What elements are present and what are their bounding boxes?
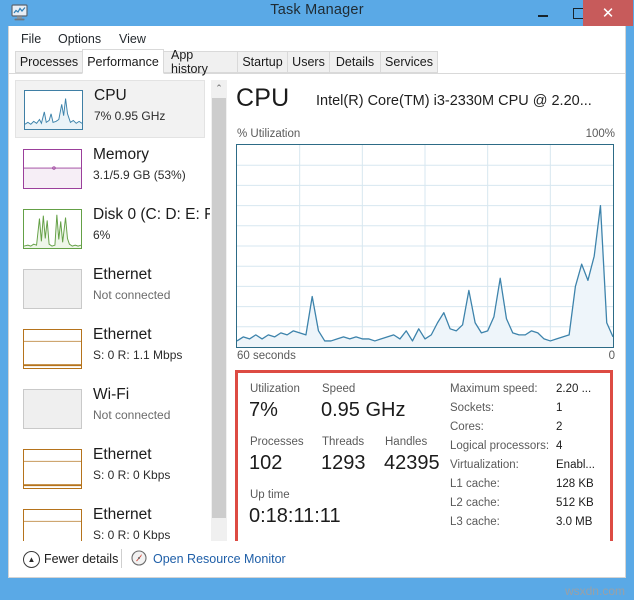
minimize-icon (537, 15, 548, 17)
sidebar-item-subtitle: 6% (93, 228, 111, 242)
sidebar-item-subtitle: S: 0 R: 1.1 Mbps (93, 348, 183, 362)
threads-value: 1293 (321, 452, 366, 474)
tab-processes[interactable]: Processes (15, 51, 83, 73)
sidebar-item-title: Memory (93, 146, 149, 163)
cpu-utilization-graph-svg (237, 145, 613, 347)
processes-label: Processes (250, 436, 304, 448)
graph-y-axis-label: % Utilization (237, 128, 301, 140)
sidebar-thumbnail-cpu (24, 90, 83, 130)
sidebar-item-subtitle: Not connected (93, 408, 171, 422)
spec-value-sockets: 1 (556, 402, 563, 414)
spec-value-logical-processors: 4 (556, 440, 563, 452)
spec-label-l2-cache: L2 cache: (450, 497, 500, 509)
sidebar-item-title: Ethernet (93, 506, 152, 523)
speed-value: 0.95 GHz (321, 399, 406, 421)
task-manager-window: Task Manager ✕ File Options View Process… (0, 0, 634, 600)
open-resource-monitor-link[interactable]: Open Resource Monitor (153, 552, 286, 566)
performance-detail-panel: CPU Intel(R) Core(TM) i3-2330M CPU @ 2.2… (231, 80, 621, 563)
threads-label: Threads (322, 436, 365, 448)
close-icon: ✕ (601, 4, 615, 22)
spec-value-l3-cache: 3.0 MB (556, 516, 593, 528)
tab-details[interactable]: Details (329, 51, 381, 73)
menu-item-view[interactable]: View (113, 30, 152, 48)
spec-label-logical-processors: Logical processors: (450, 440, 550, 452)
sidebar-item-title: Wi-Fi (93, 386, 130, 403)
scrollbar-thumb[interactable] (212, 98, 226, 518)
uptime-value: 0:18:11:11 (249, 505, 341, 527)
tab-app-history[interactable]: App history (163, 48, 238, 76)
speed-label: Speed (322, 383, 356, 395)
cpu-stats-highlight-box: Utilization 7% Speed 0.95 GHz Processes … (235, 370, 613, 546)
spec-label-l1-cache: L1 cache: (450, 478, 500, 490)
graph-x-axis-right: 0 (608, 350, 615, 362)
sidebar-thumbnail-eth (23, 329, 82, 369)
spec-value-maximum-speed: 2.20 ... (556, 383, 592, 395)
sidebar-item-ethernet[interactable]: Ethernet Not connected (15, 260, 205, 318)
sidebar-thumbnail-eth (23, 449, 82, 489)
status-bar: ▲ Fewer details Open Resource Monitor (9, 541, 625, 577)
spec-value-cores: 2 (556, 421, 563, 433)
menu-bar: File Options View (9, 26, 625, 51)
spec-value-virtualization: Enabl... (556, 459, 595, 471)
sidebar-item-title: Ethernet (93, 446, 152, 463)
processes-value: 102 (249, 452, 283, 474)
handles-label: Handles (385, 436, 428, 448)
fewer-details-button[interactable]: Fewer details (44, 552, 118, 566)
sidebar-thumbnail-disk (23, 209, 82, 249)
sidebar-item-subtitle: S: 0 R: 0 Kbps (93, 528, 171, 542)
spec-label-l3-cache: L3 cache: (450, 516, 500, 528)
sidebar-item-wi-fi[interactable]: Wi-Fi Not connected (15, 380, 205, 438)
graph-y-axis-max: 100% (585, 128, 615, 140)
sidebar-thumbnail-empty (23, 389, 82, 429)
sidebar-item-ethernet[interactable]: Ethernet S: 0 R: 1.1 Mbps (15, 320, 205, 378)
sidebar-item-subtitle: Not connected (93, 288, 171, 302)
scroll-up-icon[interactable]: ⌃ (211, 80, 227, 96)
spec-value-l1-cache: 128 KB (556, 478, 594, 490)
spec-label-sockets: Sockets: (450, 402, 495, 414)
resource-monitor-icon (131, 550, 147, 566)
status-divider (121, 549, 122, 568)
utilization-value: 7% (249, 399, 278, 421)
uptime-label: Up time (250, 489, 290, 501)
sidebar-item-title: Ethernet (93, 266, 152, 283)
minimize-button[interactable] (524, 0, 561, 26)
utilization-label: Utilization (250, 383, 300, 395)
sidebar-scrollbar[interactable]: ⌃ ⌄ (211, 80, 227, 563)
tab-performance[interactable]: Performance (82, 49, 164, 74)
spec-label-maximum-speed: Maximum speed: (450, 383, 538, 395)
cpu-utilization-graph[interactable] (236, 144, 614, 348)
cpu-model-name: Intel(R) Core(TM) i3-2330M CPU @ 2.20... (316, 93, 592, 109)
sidebar-item-cpu[interactable]: CPU 7% 0.95 GHz (15, 80, 205, 138)
close-button[interactable]: ✕ (583, 0, 633, 26)
menu-item-file[interactable]: File (15, 30, 47, 48)
spec-label-cores: Cores: (450, 421, 484, 433)
window-client-area: File Options View Processes Performance Ap… (8, 26, 626, 578)
sidebar-item-subtitle: S: 0 R: 0 Kbps (93, 468, 171, 482)
title-bar: Task Manager ✕ (0, 0, 634, 26)
watermark: wsxdn.com (564, 584, 625, 598)
sidebar-item-subtitle: 7% 0.95 GHz (94, 109, 166, 123)
sidebar-item-memory[interactable]: Memory 3.1/5.9 GB (53%) (15, 140, 205, 198)
page-title: CPU (236, 84, 290, 112)
sidebar-thumbnail-empty (23, 269, 82, 309)
handles-value: 42395 (384, 452, 440, 474)
graph-x-axis-left: 60 seconds (237, 350, 296, 362)
tab-strip: Processes Performance App history Startup Us… (9, 48, 625, 76)
sidebar-item-title: Disk 0 (C: D: E: F (93, 206, 210, 223)
tab-users[interactable]: Users (287, 51, 330, 73)
sidebar-thumbnail-mem (23, 149, 82, 189)
tab-startup[interactable]: Startup (237, 51, 288, 73)
spec-label-virtualization: Virtualization: (450, 459, 519, 471)
menu-item-options[interactable]: Options (52, 30, 107, 48)
sidebar-item-title: Ethernet (93, 326, 152, 343)
sidebar-item-ethernet[interactable]: Ethernet S: 0 R: 0 Kbps (15, 440, 205, 498)
tab-services[interactable]: Services (380, 51, 438, 73)
sidebar-item-title: CPU (94, 87, 127, 104)
sidebar-item-subtitle: 3.1/5.9 GB (53%) (93, 168, 186, 182)
sidebar-item-disk-0-c-d-e-f[interactable]: Disk 0 (C: D: E: F 6% (15, 200, 210, 258)
chevron-up-circle-icon[interactable]: ▲ (23, 551, 40, 568)
resource-list[interactable]: CPU 7% 0.95 GHz Memory 3.1/5.9 GB (53%) Disk… (15, 80, 210, 563)
spec-value-l2-cache: 512 KB (556, 497, 594, 509)
